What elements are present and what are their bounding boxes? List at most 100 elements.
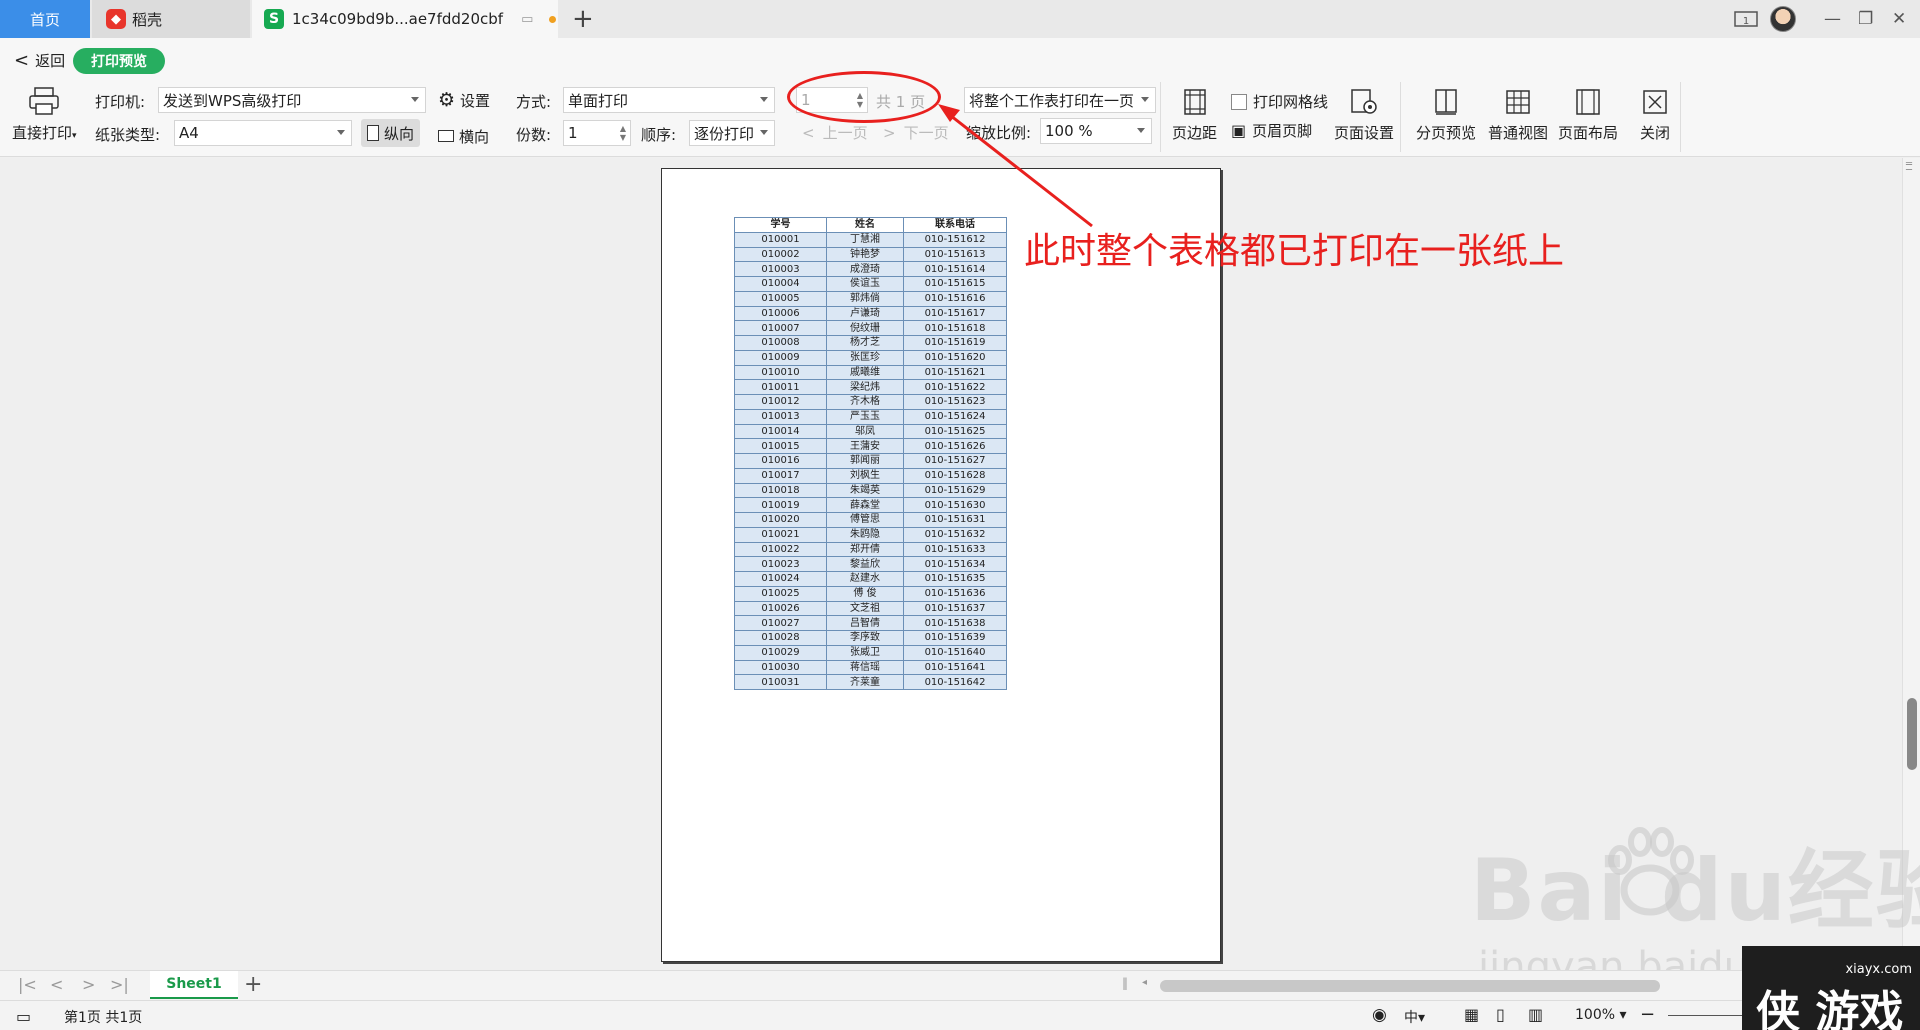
table-row: 010004 侯谊玉 010-151615 xyxy=(734,276,1007,292)
tab-bar: 首页 ◆ 稻壳 S 1c34c09bd9b...ae7fdd20cbf ▭ + … xyxy=(0,0,1920,38)
tab-daoke[interactable]: ◆ 稻壳 xyxy=(92,0,250,38)
table-cell: 010015 xyxy=(734,438,827,454)
zoom-level[interactable]: 100% ▾ xyxy=(1575,1007,1627,1023)
paper-type-select[interactable]: A4 xyxy=(174,120,352,146)
table-cell: 朱鸥隐 xyxy=(826,526,904,543)
table-cell: 010-151641 xyxy=(903,659,1007,676)
add-sheet-button[interactable]: + xyxy=(244,972,262,997)
fit-mode-select[interactable]: 将整个工作表打印在一页 xyxy=(964,87,1156,113)
print-preview-toolbar: < 返回 打印预览 直接打印▾ 打印机: 发送到WPS高级打印 ⚙ 设置 纸张类… xyxy=(0,38,1920,157)
page-break-preview-icon xyxy=(1435,89,1457,115)
next-sheet-icon[interactable]: > xyxy=(82,975,95,994)
table-cell: 010-151637 xyxy=(903,600,1007,617)
stepper-icon[interactable]: ▲ ▼ xyxy=(620,124,626,142)
table-cell: 郭闻丽 xyxy=(826,453,904,469)
table-cell: 010021 xyxy=(734,526,827,543)
table-cell: 010-151620 xyxy=(903,349,1007,366)
table-row: 010005 郭炜倘 010-151616 xyxy=(734,290,1007,307)
table-cell: 010-151633 xyxy=(903,541,1007,558)
printer-select[interactable]: 发送到WPS高级打印 xyxy=(158,87,426,113)
minimize-icon[interactable]: — xyxy=(1824,0,1841,38)
table-cell: 杨才芝 xyxy=(826,335,904,351)
sheet-tab-sheet1[interactable]: Sheet1 xyxy=(150,971,238,999)
table-cell: 010-151617 xyxy=(903,305,1007,322)
table-cell: 李序致 xyxy=(826,630,904,646)
scroll-thumb[interactable] xyxy=(1907,698,1917,770)
horizontal-scrollbar[interactable] xyxy=(1160,980,1660,992)
table-cell: 010-151613 xyxy=(903,246,1007,263)
table-row: 010022 郑开倩 010-151633 xyxy=(734,541,1007,558)
table-row: 010024 赵建水 010-151635 xyxy=(734,571,1007,587)
zoom-out-icon[interactable]: − xyxy=(1640,1004,1655,1025)
page-setup-label: 页面设置 xyxy=(1334,124,1395,142)
tab-file[interactable]: S 1c34c09bd9b...ae7fdd20cbf ▭ xyxy=(252,0,558,38)
unsaved-dot-icon xyxy=(549,15,557,23)
next-page-button[interactable]: > 下一页 xyxy=(883,122,949,143)
first-sheet-icon[interactable]: |< xyxy=(18,975,37,994)
input-method-icon[interactable]: 中▾ xyxy=(1404,1007,1425,1027)
macro-icon[interactable]: ▭ xyxy=(16,1007,31,1026)
portrait-button[interactable]: 纵向 xyxy=(361,119,421,147)
table-row: 010021 朱鸥隐 010-151632 xyxy=(734,526,1007,543)
table-cell: 010-151624 xyxy=(903,408,1007,425)
gridlines-checkbox[interactable]: 打印网格线 xyxy=(1231,91,1328,112)
table-cell: 卢谦琦 xyxy=(826,305,904,322)
back-button[interactable]: < 返回 xyxy=(14,50,65,71)
scale-label: 缩放比例: xyxy=(966,124,1032,142)
workspace-switch-icon[interactable]: 1 xyxy=(1734,0,1758,38)
page-break-status-icon[interactable]: ▥ xyxy=(1528,1005,1543,1024)
printer-settings-button[interactable]: ⚙ 设置 xyxy=(438,89,490,111)
printer-value: 发送到WPS高级打印 xyxy=(163,91,302,110)
header-footer-button[interactable]: ▣ 页眉页脚 xyxy=(1231,120,1312,141)
landscape-button[interactable]: 横向 xyxy=(432,122,495,150)
page-setup-button[interactable]: 页面设置 xyxy=(1334,88,1394,143)
annotation-text: 此时整个表格都已打印在一张纸上 xyxy=(1024,231,1565,272)
tab-home[interactable]: 首页 xyxy=(0,0,90,38)
eye-protect-icon[interactable]: ◉ xyxy=(1372,1005,1387,1025)
margins-label: 页边距 xyxy=(1172,124,1218,142)
normal-view-status-icon[interactable]: ▦ xyxy=(1464,1005,1479,1024)
method-label: 方式: xyxy=(516,93,552,111)
page-layout-button[interactable]: 页面布局 xyxy=(1558,88,1618,143)
divider xyxy=(1680,82,1681,152)
copies-input[interactable]: 1 ▲ ▼ xyxy=(563,120,631,146)
splitter-icon[interactable]: ‖ xyxy=(1122,976,1128,990)
copies-value: 1 xyxy=(568,124,578,142)
page-layout-status-icon[interactable]: ▯ xyxy=(1496,1005,1505,1024)
print-preview-badge: 打印预览 xyxy=(73,48,165,74)
table-row: 010003 成澄琦 010-151614 xyxy=(734,261,1007,277)
close-preview-button[interactable]: 关闭 xyxy=(1640,88,1670,143)
prev-sheet-icon[interactable]: < xyxy=(50,975,63,994)
table-row: 010010 戚曦维 010-151621 xyxy=(734,364,1007,381)
settings-label: 设置 xyxy=(460,91,491,110)
scale-select[interactable]: 100 % xyxy=(1040,118,1152,144)
table-cell: 010018 xyxy=(734,482,827,499)
margins-button[interactable]: 页边距 xyxy=(1172,88,1217,143)
normal-view-button[interactable]: 普通视图 xyxy=(1488,88,1548,143)
user-avatar[interactable] xyxy=(1770,0,1796,38)
restore-icon[interactable]: ❐ xyxy=(1858,0,1873,38)
method-select[interactable]: 单面打印 xyxy=(563,87,775,113)
table-cell: 张匡珍 xyxy=(826,349,904,366)
page-break-preview-button[interactable]: 分页预览 xyxy=(1416,88,1476,143)
table-cell: 傅 俊 xyxy=(826,585,904,602)
prev-page-button[interactable]: < 上一页 xyxy=(802,122,868,143)
column-header: 联系电话 xyxy=(903,217,1007,233)
table-cell: 郭炜倘 xyxy=(826,290,904,307)
table-cell: 张威卫 xyxy=(826,644,904,661)
table-row: 010013 严玉玉 010-151624 xyxy=(734,408,1007,425)
order-select[interactable]: 逐份打印 xyxy=(689,120,775,146)
table-cell: 戚曦维 xyxy=(826,364,904,381)
scroll-left-icon[interactable]: ◂ xyxy=(1142,977,1147,988)
baidu-watermark: Bai du经验 xyxy=(1470,841,1920,941)
mode-label: 打印预览 xyxy=(91,54,147,70)
monitor-icon: ▭ xyxy=(521,11,534,27)
close-window-icon[interactable]: ✕ xyxy=(1892,0,1906,38)
last-sheet-icon[interactable]: >| xyxy=(110,975,129,994)
divider xyxy=(1400,82,1401,152)
table-row: 010009 张匡珍 010-151620 xyxy=(734,349,1007,366)
annotation-ellipse xyxy=(787,71,941,123)
direct-print-button[interactable]: 直接打印▾ xyxy=(12,86,77,143)
new-tab-button[interactable]: + xyxy=(572,4,594,34)
zoom-slider[interactable] xyxy=(1668,1015,1748,1016)
